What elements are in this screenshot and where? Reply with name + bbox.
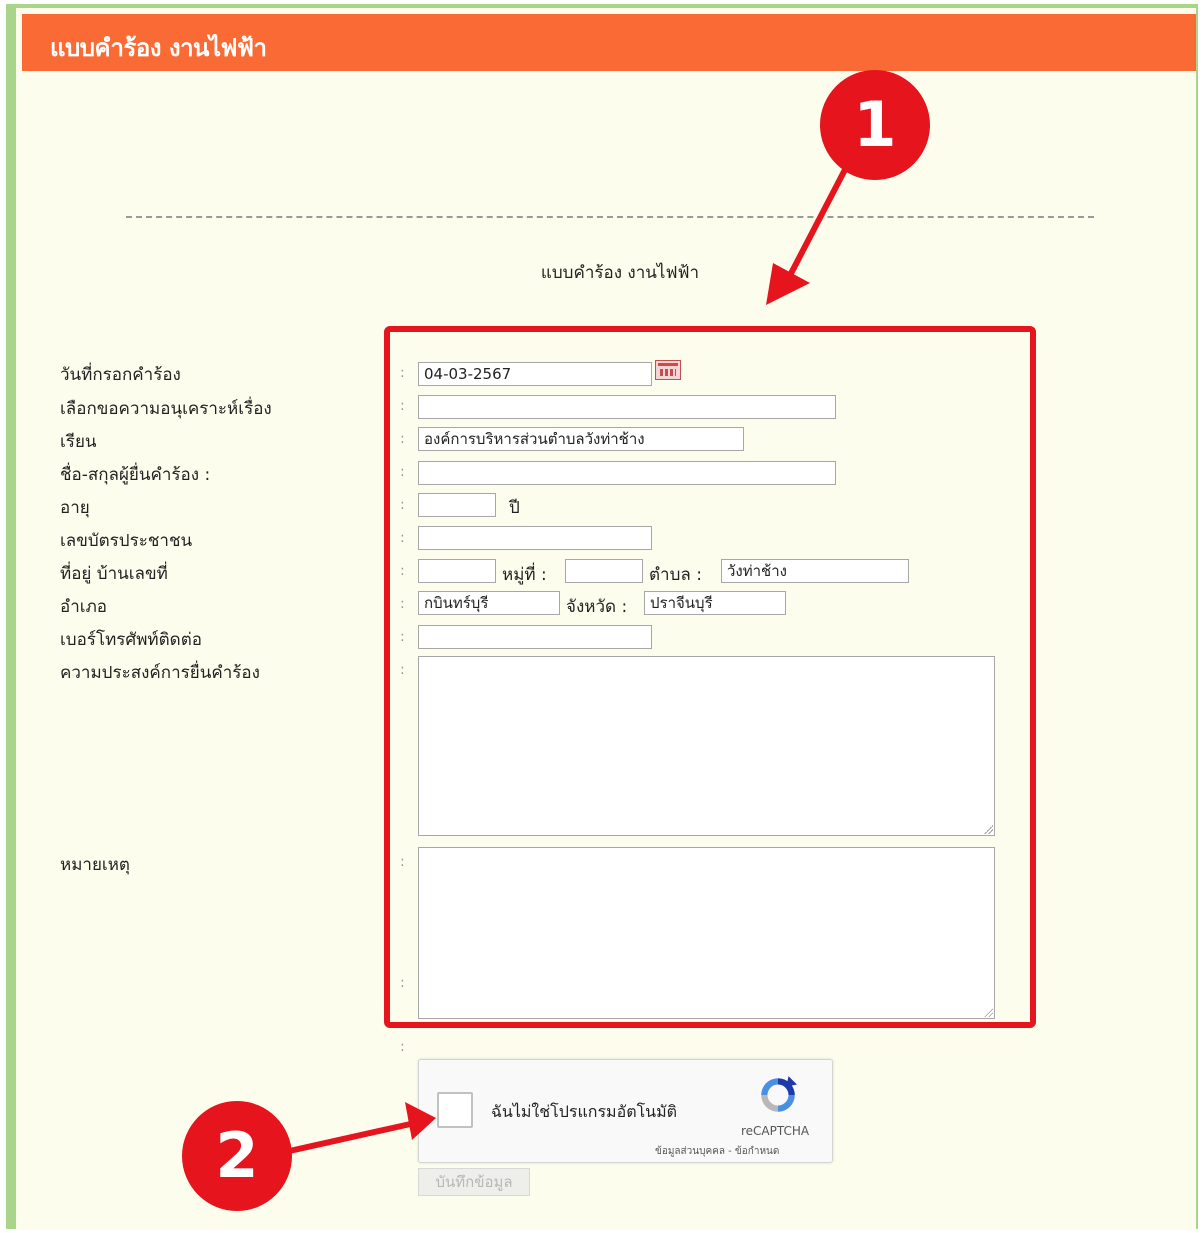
- annotation-badge-1: 1: [820, 70, 930, 180]
- arrow-2-line: [282, 1120, 418, 1155]
- annotation-badge-2: 2: [182, 1101, 292, 1211]
- arrow-1-head: [766, 263, 810, 305]
- arrow-2-head: [405, 1102, 436, 1140]
- arrow-1-line: [782, 157, 853, 288]
- annotation-arrows: [282, 157, 853, 1155]
